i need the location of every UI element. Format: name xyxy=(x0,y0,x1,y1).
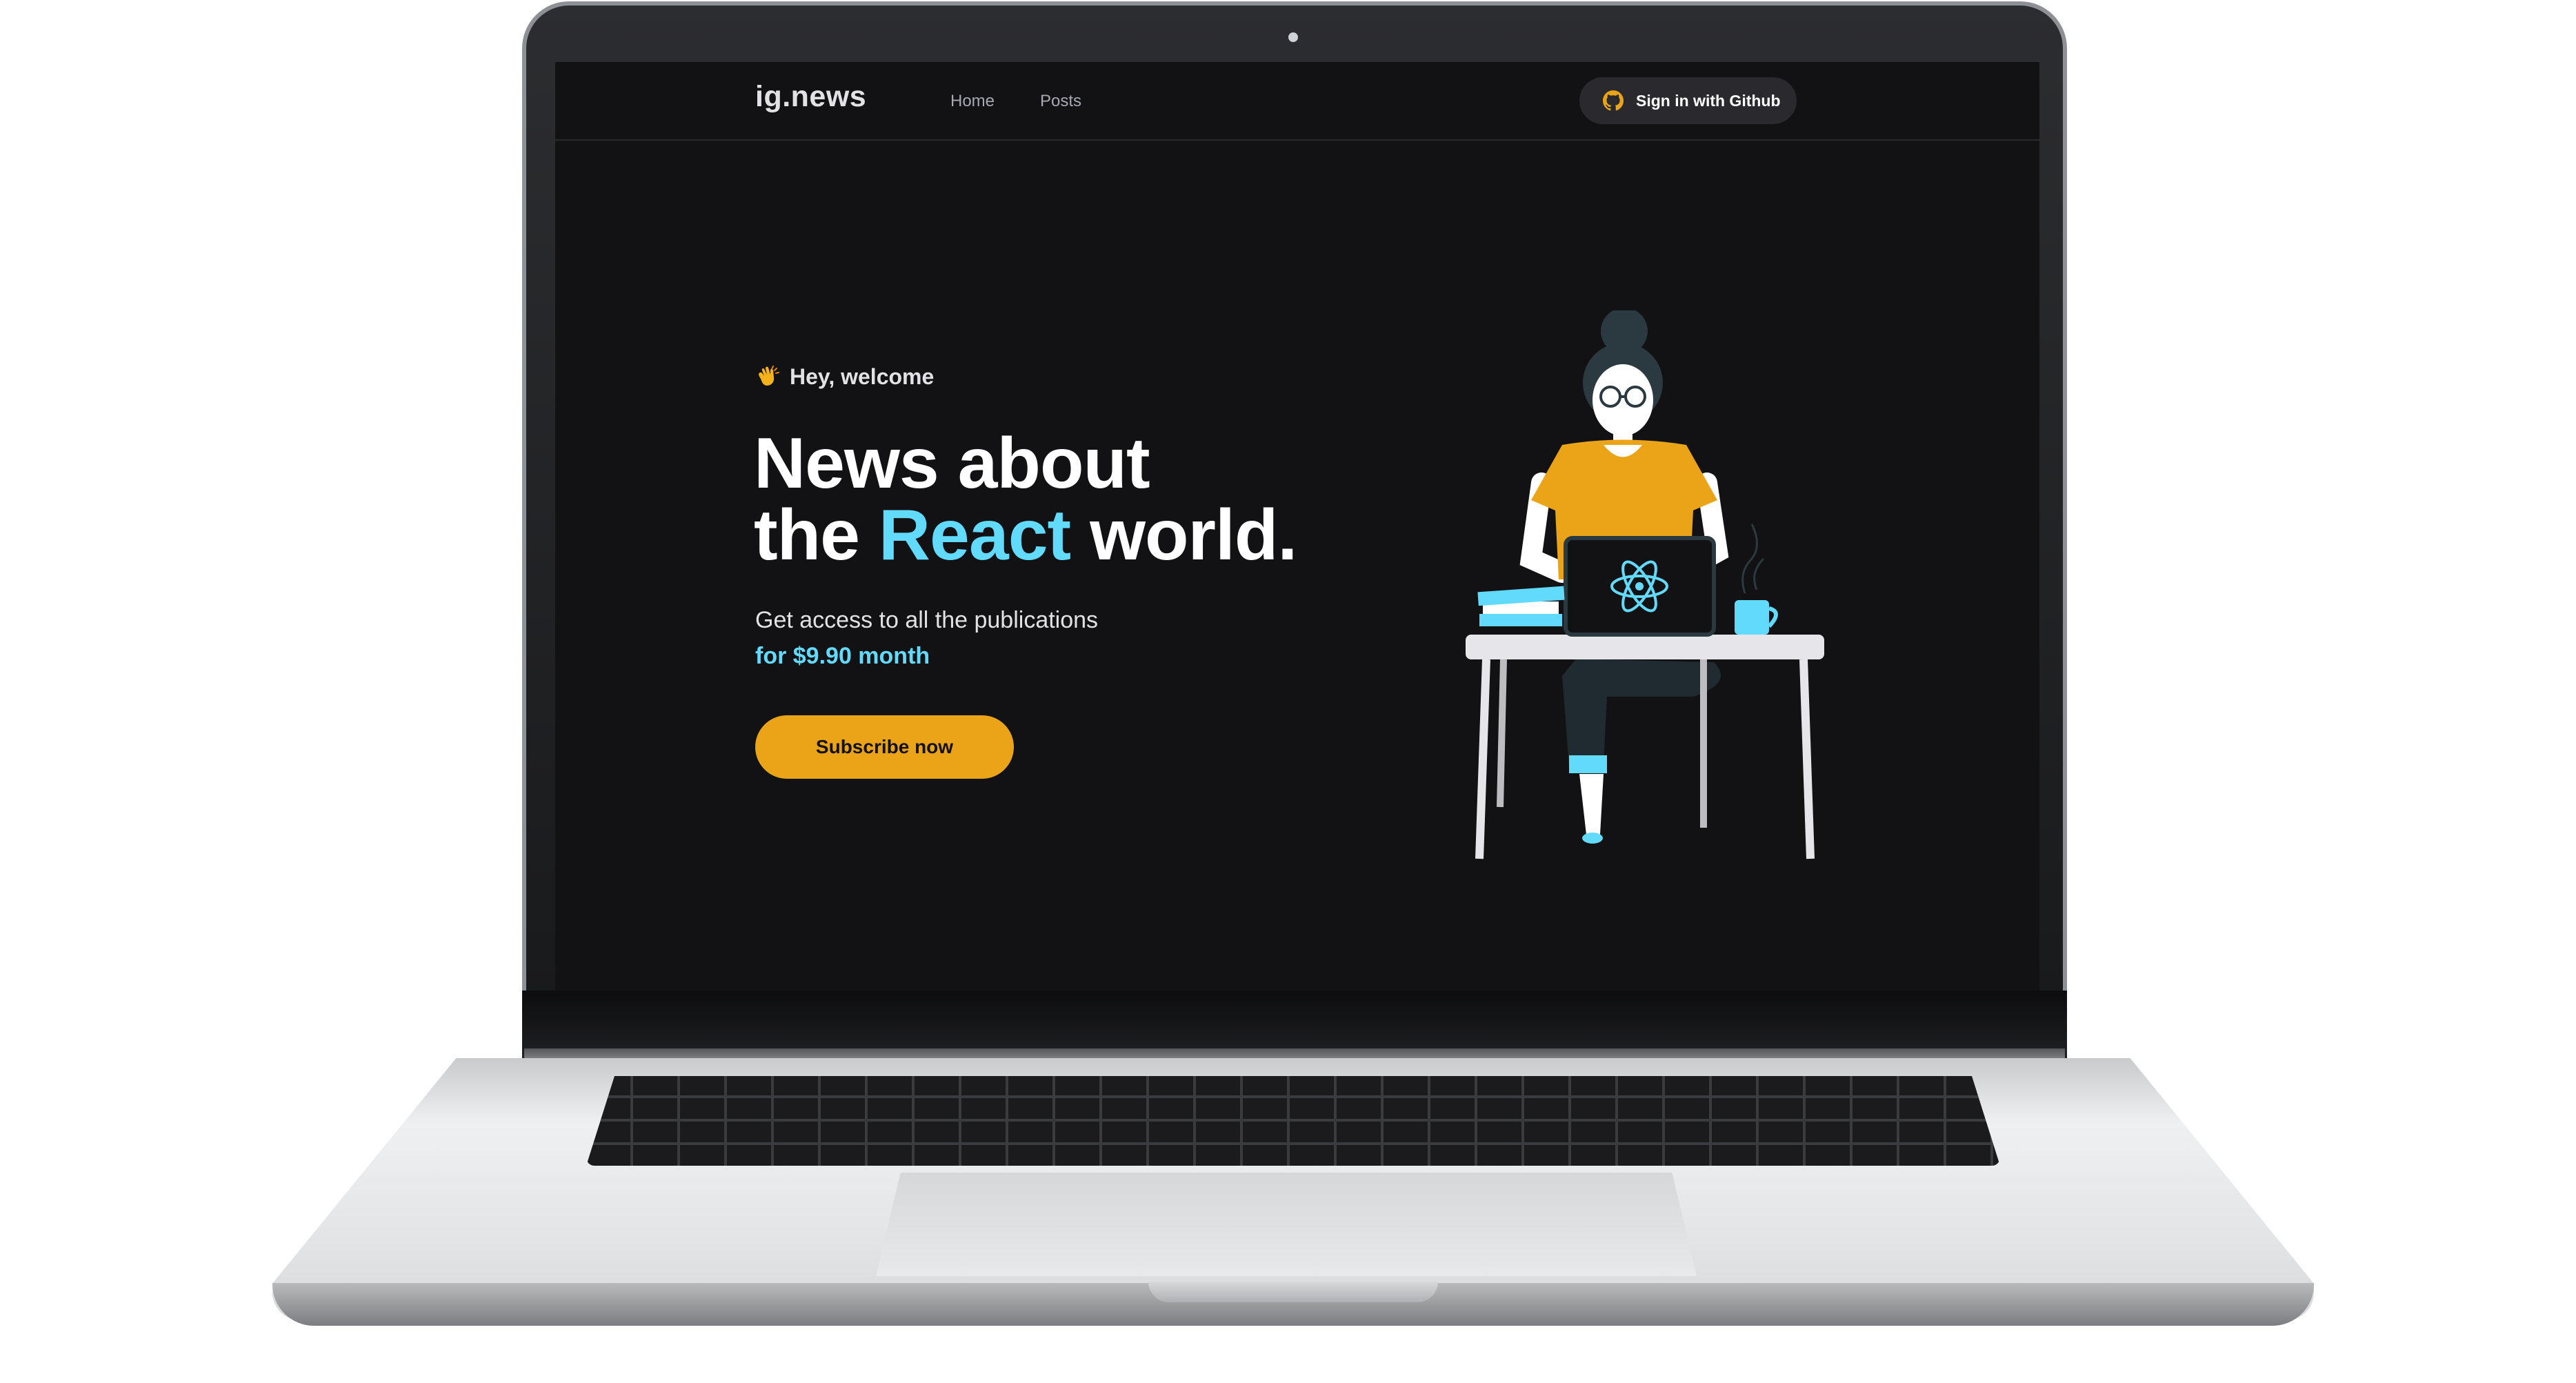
site-logo[interactable]: ig.news xyxy=(755,80,866,114)
subscribe-button[interactable]: Subscribe now xyxy=(755,715,1014,779)
greeting: Hey, welcome xyxy=(755,364,934,390)
hero-subtitle: Get access to all the publications xyxy=(755,607,1099,633)
github-icon xyxy=(1603,90,1624,111)
book-stack xyxy=(1479,614,1562,626)
coffee-mug xyxy=(1735,600,1769,635)
greeting-text: Hey, welcome xyxy=(790,364,935,389)
sign-in-label: Sign in with Github xyxy=(1636,91,1781,110)
headline-prefix: the xyxy=(754,495,879,575)
keyboard xyxy=(586,1076,2000,1166)
webcam xyxy=(1288,32,1298,42)
nav-link-home[interactable]: Home xyxy=(950,92,995,111)
table-top xyxy=(1466,635,1824,659)
hero-illustration xyxy=(1466,310,1824,859)
laptop-notch xyxy=(1148,1282,1438,1302)
browser-viewport: ig.news Home Posts Sign in with Github H… xyxy=(555,62,2039,991)
headline-line-1: News about xyxy=(754,424,1150,504)
hero-headline: News about the React world. xyxy=(754,428,1297,571)
sign-in-github-button[interactable]: Sign in with Github xyxy=(1579,77,1797,124)
clapping-hands-icon xyxy=(759,365,779,386)
hero-price: for $9.90 month xyxy=(755,643,930,669)
trackpad xyxy=(876,1173,1697,1276)
headline-accent: React xyxy=(878,495,1071,575)
headline-suffix: world. xyxy=(1070,495,1297,575)
legs xyxy=(1562,659,1721,766)
nav-link-posts[interactable]: Posts xyxy=(1040,92,1081,111)
site-header: ig.news Home Posts Sign in with Github xyxy=(555,62,2039,141)
